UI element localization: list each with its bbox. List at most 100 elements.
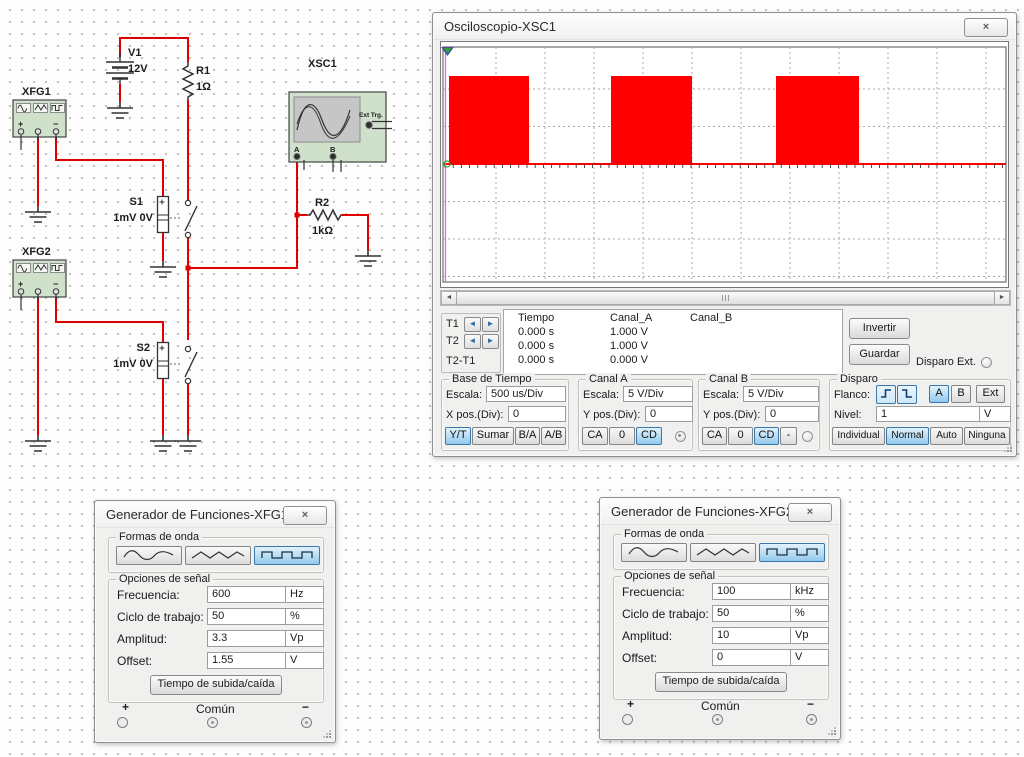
sine-wave-button[interactable] (621, 543, 687, 562)
plus-terminal[interactable] (622, 714, 633, 725)
component-ref: XFG2 (22, 246, 51, 258)
resize-grip[interactable] (828, 727, 837, 736)
rise-fall-time-button[interactable]: Tiempo de subida/caída (150, 675, 282, 695)
channel-b-ca-button[interactable]: CA (702, 427, 727, 445)
duty-cycle-field[interactable]: 50 (207, 608, 287, 625)
fg2-titlebar[interactable]: Generador de Funciones-XFG2 × (601, 499, 839, 525)
oscilloscope-titlebar[interactable]: Osciloscopio-XSC1 × (434, 14, 1015, 40)
offset-unit[interactable]: V (790, 649, 829, 666)
rising-edge-button[interactable] (876, 385, 896, 404)
readout-cell: 0.000 s (504, 340, 596, 354)
amplitude-field[interactable]: 3.3 (207, 630, 287, 647)
switch-s1[interactable] (158, 197, 198, 238)
triangle-wave-button[interactable] (690, 543, 756, 562)
triangle-icon (189, 548, 247, 561)
t1-right-button[interactable]: ► (482, 317, 499, 332)
channel-a-0-button[interactable]: 0 (609, 427, 635, 445)
trigger-source-a-button[interactable]: A (929, 385, 949, 403)
channel-b-minus-button[interactable]: - (780, 427, 797, 445)
t2-left-button[interactable]: ◄ (464, 334, 481, 349)
amplitude-unit[interactable]: Vp (285, 630, 324, 647)
channel-b-ypos-field[interactable]: 0 (765, 406, 819, 422)
resistor-r2[interactable] (307, 210, 342, 220)
common-terminal[interactable] (712, 714, 723, 725)
plus-terminal[interactable] (117, 717, 128, 728)
channel-a-cd-button[interactable]: CD (636, 427, 662, 445)
channel-b-0-button[interactable]: 0 (728, 427, 753, 445)
resistor-r1[interactable] (183, 62, 193, 100)
duty-cycle-unit[interactable]: % (285, 608, 324, 625)
level-label: Nivel: (834, 409, 862, 421)
offset-unit[interactable]: V (285, 652, 324, 669)
readout-cell: 1.000 V (596, 340, 676, 354)
sine-wave-button[interactable] (116, 546, 182, 565)
trigger-none-button[interactable]: Ninguna (964, 427, 1010, 445)
trigger-source-b-button[interactable]: B (951, 385, 971, 403)
function-generator-xfg1-symbol[interactable]: + − (13, 100, 66, 150)
readout-cell (676, 326, 836, 340)
channel-b-radio[interactable] (802, 431, 813, 442)
close-icon[interactable]: × (788, 503, 832, 522)
mode-ba-button[interactable]: B/A (515, 427, 540, 445)
fg1-titlebar[interactable]: Generador de Funciones-XFG1 × (96, 502, 334, 528)
close-icon[interactable]: × (964, 18, 1008, 37)
trigger-level-field[interactable]: 1 (876, 406, 982, 422)
frequency-unit[interactable]: Hz (285, 586, 324, 603)
scroll-right-icon[interactable]: ► (994, 291, 1010, 305)
channel-a-scale-field[interactable]: 5 V/Div (623, 386, 693, 402)
frequency-field[interactable]: 600 (207, 586, 287, 603)
rise-fall-time-button[interactable]: Tiempo de subida/caída (655, 672, 787, 692)
timebase-scale-field[interactable]: 500 us/Div (486, 386, 566, 402)
function-generator-xfg2-symbol[interactable]: + − (13, 260, 66, 310)
mode-yt-button[interactable]: Y/T (445, 427, 471, 445)
frequency-field[interactable]: 100 (712, 583, 792, 600)
switch-s2[interactable] (158, 343, 198, 384)
duty-cycle-unit[interactable]: % (790, 605, 829, 622)
trigger-level-unit-field[interactable]: V (979, 406, 1011, 422)
channel-b-cd-button[interactable]: CD (754, 427, 779, 445)
channel-a-radio[interactable] (675, 431, 686, 442)
mode-ab-button[interactable]: A/B (541, 427, 566, 445)
duty-cycle-field[interactable]: 50 (712, 605, 792, 622)
channel-a-ca-button[interactable]: CA (582, 427, 608, 445)
square-wave-button[interactable] (759, 543, 825, 562)
falling-edge-button[interactable] (897, 385, 917, 404)
oscilloscope-window: Osciloscopio-XSC1 × ◄ ► T1 ◄ ► T2 ◄ ► T2… (432, 12, 1017, 457)
resize-grip[interactable] (323, 730, 332, 739)
minus-terminal[interactable] (806, 714, 817, 725)
oscilloscope-xsc1-symbol[interactable]: Ext Trg. A B (289, 92, 392, 172)
common-terminal[interactable] (207, 717, 218, 728)
amplitude-unit[interactable]: Vp (790, 627, 829, 644)
triangle-wave-button[interactable] (185, 546, 251, 565)
channel-b-scale-field[interactable]: 5 V/Div (743, 386, 819, 402)
trigger-single-button[interactable]: Individual (832, 427, 885, 445)
trigger-auto-button[interactable]: Auto (930, 427, 963, 445)
offset-field[interactable]: 1.55 (207, 652, 287, 669)
mode-sumar-button[interactable]: Sumar (472, 427, 514, 445)
resize-grip[interactable] (1004, 444, 1013, 453)
channel-a-ypos-field[interactable]: 0 (645, 406, 693, 422)
frequency-unit[interactable]: kHz (790, 583, 829, 600)
trigger-normal-button[interactable]: Normal (886, 427, 929, 445)
measurement-readout: Tiempo Canal_A Canal_B 0.000 s 1.000 V 0… (503, 309, 843, 375)
ext-trigger-radio[interactable] (981, 357, 992, 368)
close-icon[interactable]: × (283, 506, 327, 525)
scope-horizontal-scrollbar[interactable]: ◄ ► (440, 290, 1011, 306)
minus-terminal[interactable] (301, 717, 312, 728)
t1-left-button[interactable]: ◄ (464, 317, 481, 332)
common-output-label: Común (196, 702, 235, 716)
invert-button[interactable]: Invertir (849, 318, 910, 339)
t2-right-button[interactable]: ► (482, 334, 499, 349)
cursor-t1-label: T1 (446, 318, 459, 330)
window-title: Generador de Funciones-XFG1 (106, 507, 288, 522)
offset-field[interactable]: 0 (712, 649, 792, 666)
window-title: Osciloscopio-XSC1 (444, 19, 556, 34)
scope-display[interactable] (440, 41, 1009, 288)
save-button[interactable]: Guardar (849, 344, 910, 365)
amplitude-field[interactable]: 10 (712, 627, 792, 644)
square-wave-button[interactable] (254, 546, 320, 565)
timebase-xpos-field[interactable]: 0 (508, 406, 566, 422)
scrollbar-thumb[interactable] (456, 291, 995, 305)
scroll-left-icon[interactable]: ◄ (441, 291, 457, 305)
trigger-source-ext-button[interactable]: Ext (976, 385, 1005, 403)
